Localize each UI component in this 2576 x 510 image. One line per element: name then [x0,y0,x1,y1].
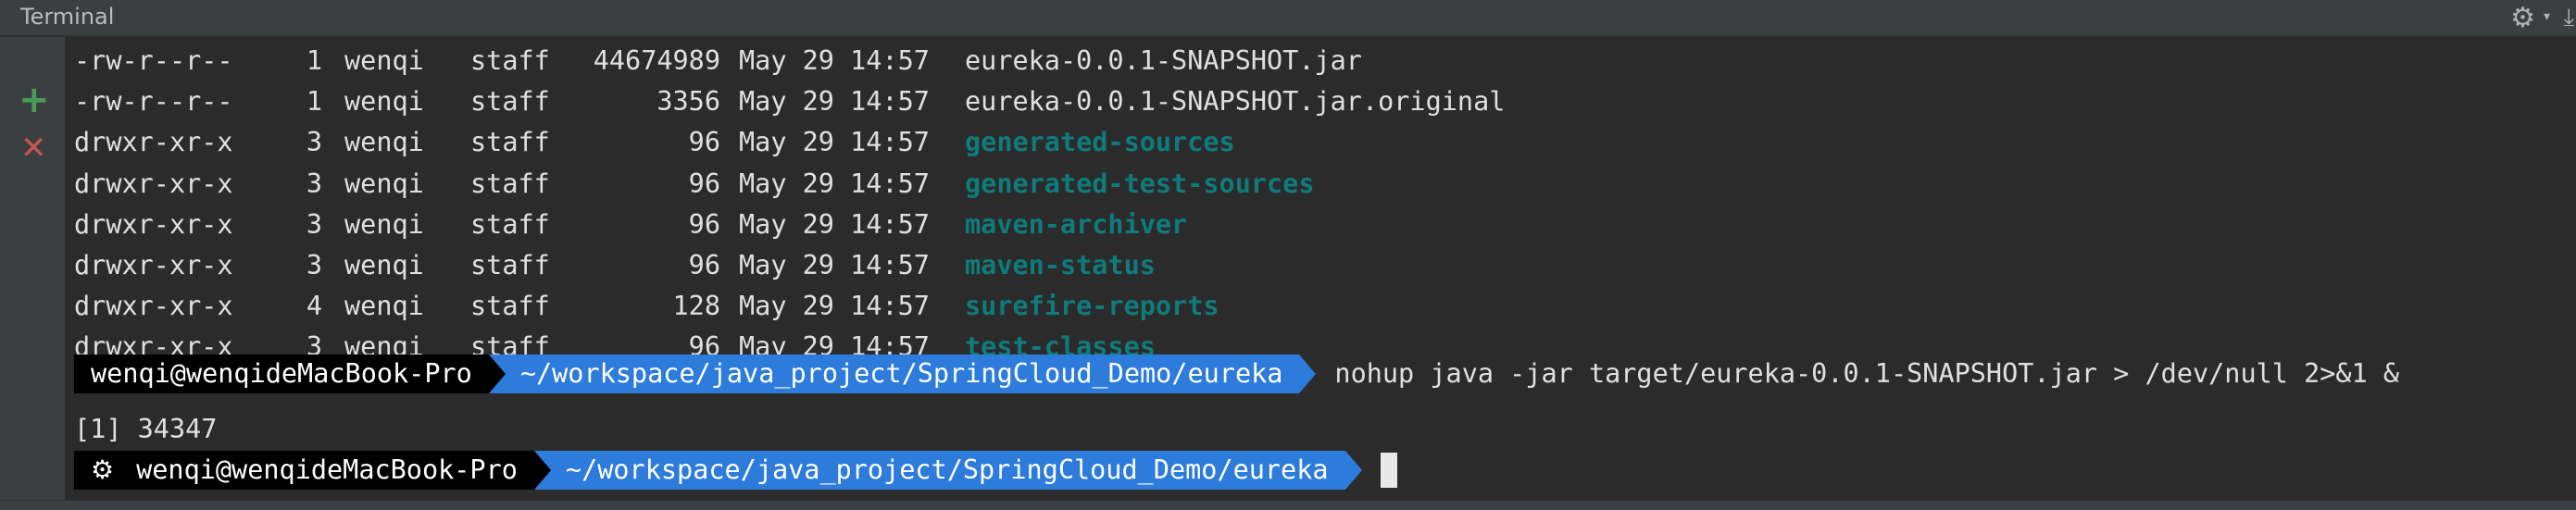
file-name: eureka-0.0.1-SNAPSHOT.jar [965,45,1362,76]
file-owner: wenqi [344,127,424,158]
hide-panel-icon[interactable]: ⤓ [2564,4,2575,32]
terminal-title-bar: Terminal ⚙ ▾ ⤓ [0,0,2576,37]
file-size: 96 [688,168,720,199]
file-date: May 29 14:57 [739,45,930,76]
file-date: May 29 14:57 [739,86,930,118]
file-size: 128 [672,291,720,322]
file-date: May 29 14:57 [739,291,930,322]
file-links: 3 [306,250,322,280]
gear-icon: ⚙ [91,454,115,485]
list-item: -rw-r--r-- 1 wenqi staff 3356 May 29 14:57 eur… [74,81,1505,122]
prompt-user-segment: ⚙ wenqi@wenqideMacBook-Pro [74,451,534,490]
file-date: May 29 14:57 [739,208,930,240]
directory-name: surefire-reports [965,291,1219,322]
terminal-toolbar: + ✕ [0,37,66,500]
file-links: 1 [306,86,322,118]
file-group: staff [470,86,550,118]
prompt-arrow [1344,451,1362,490]
prompt-arrow [1299,355,1317,393]
file-group: staff [470,250,550,280]
file-mode: -rw-r--r-- [74,45,233,76]
file-links: 3 [306,127,322,158]
list-item: drwxr-xr-x 3 wenqi staff 96 May 29 14:57 gener… [74,122,1235,163]
file-links: 4 [306,291,322,322]
file-owner: wenqi [344,291,424,322]
close-session-icon[interactable]: ✕ [20,130,47,167]
prompt-command: nohup java -jar target/eureka-0.0.1-SNAP… [1334,358,2400,389]
file-size: 96 [688,250,720,280]
file-links: 1 [306,45,322,76]
prompt-path: ~/workspace/java_project/SpringCloud_Dem… [533,451,1345,490]
panel-title: Terminal [20,4,115,30]
file-date: May 29 14:57 [739,127,930,158]
prompt-user-host: wenqi@wenqideMacBook-Pro [74,355,489,393]
directory-name: generated-test-sources [965,168,1315,199]
file-owner: wenqi [344,250,424,280]
gear-icon[interactable]: ⚙ [2510,2,2535,34]
status-bar [0,500,2576,510]
file-group: staff [470,208,550,240]
list-item: -rw-r--r-- 1 wenqi staff 44674989 May 29 14:5… [74,41,1362,81]
file-name: eureka-0.0.1-SNAPSHOT.jar.original [965,86,1506,118]
list-item: drwxr-xr-x 3 wenqi staff 96 May 29 14:57 gener… [74,164,1315,205]
file-mode: drwxr-xr-x [74,208,233,240]
file-size: 96 [688,208,720,240]
file-date: May 29 14:57 [739,168,930,199]
directory-name: maven-archiver [965,208,1188,240]
terminal-output[interactable]: -rw-r--r-- 1 wenqi staff 44674989 May 29 14:5… [65,37,2576,500]
prompt-user-host: wenqi@wenqideMacBook-Pro [136,454,518,485]
file-links: 3 [306,208,322,240]
file-mode: -rw-r--r-- [74,86,233,118]
file-owner: wenqi [344,208,424,240]
file-size: 44674989 [593,45,720,76]
file-mode: drwxr-xr-x [74,291,233,322]
prompt-path: ~/workspace/java_project/SpringCloud_Dem… [488,355,1300,393]
file-owner: wenqi [344,45,424,76]
file-mode: drwxr-xr-x [74,250,233,280]
file-group: staff [470,291,550,322]
file-size: 3356 [657,86,720,118]
active-prompt-line[interactable]: ⚙ wenqi@wenqideMacBook-Pro ~/workspace/j… [74,451,1397,490]
file-group: staff [470,127,550,158]
file-links: 3 [306,168,322,199]
file-owner: wenqi [344,168,424,199]
file-date: May 29 14:57 [739,250,930,280]
file-owner: wenqi [344,86,424,118]
file-group: staff [470,45,550,76]
file-group: staff [470,168,550,199]
chevron-down-icon[interactable]: ▾ [2544,9,2550,24]
prompt-line: wenqi@wenqideMacBook-Pro ~/workspace/jav… [74,355,2399,393]
file-mode: drwxr-xr-x [74,127,233,158]
file-size: 96 [688,127,720,158]
file-mode: drwxr-xr-x [74,168,233,199]
directory-name: maven-status [965,250,1156,280]
job-output: [1] 34347 [74,414,218,444]
text-cursor[interactable] [1380,453,1397,488]
list-item: drwxr-xr-x 3 wenqi staff 96 May 29 14:57 maven… [74,245,1156,286]
list-item: drwxr-xr-x 3 wenqi staff 96 May 29 14:57 maven… [74,205,1187,245]
directory-name: generated-sources [965,127,1235,158]
list-item: drwxr-xr-x 4 wenqi staff 128 May 29 14:57 sure… [74,286,1219,327]
add-session-icon[interactable]: + [19,81,50,118]
